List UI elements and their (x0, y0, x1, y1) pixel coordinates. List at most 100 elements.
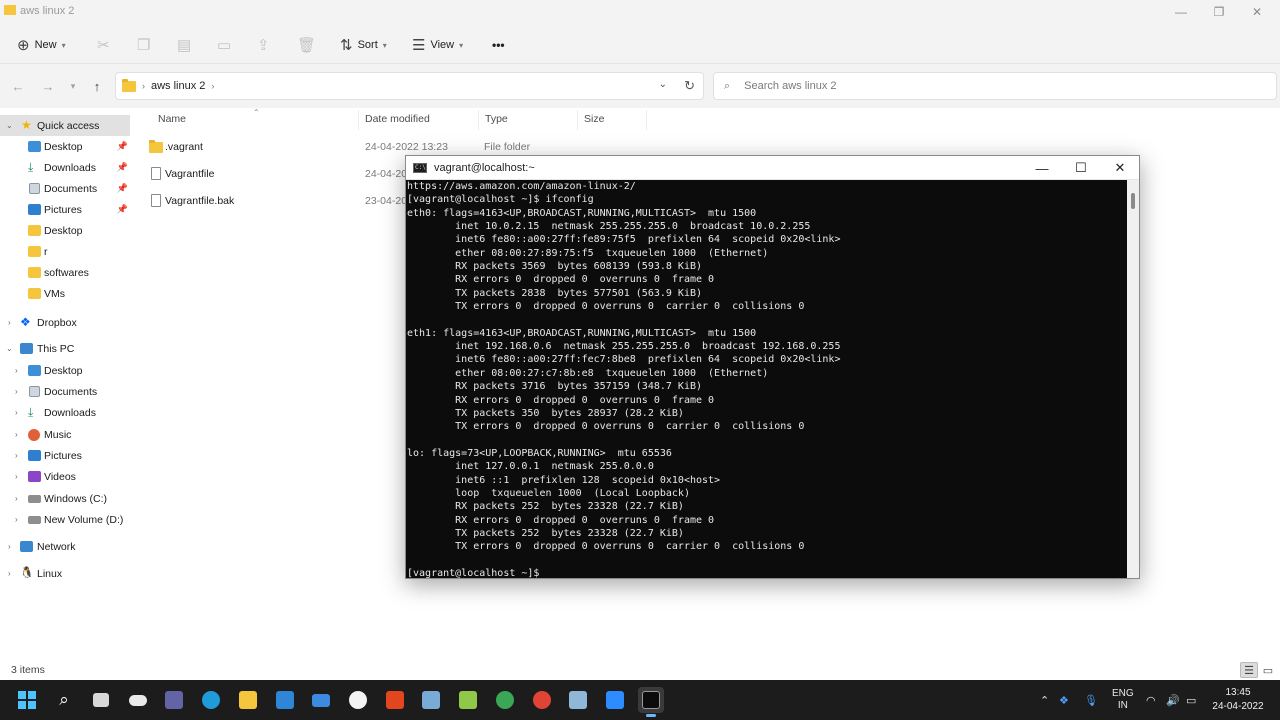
store-icon[interactable] (272, 687, 298, 713)
github-icon[interactable] (345, 687, 371, 713)
chrome-icon[interactable] (492, 687, 518, 713)
zoom-icon[interactable] (602, 687, 628, 713)
scrollbar-thumb[interactable] (1131, 193, 1135, 209)
chrome-profile-icon[interactable] (529, 687, 555, 713)
paste-button[interactable]: ▤ (177, 34, 191, 56)
edge-icon[interactable] (198, 687, 224, 713)
nav-pc-new-volume-d[interactable]: › New Volume (D:) (0, 509, 130, 530)
nav-label: r (44, 245, 48, 258)
start-button[interactable] (14, 687, 40, 713)
nav-qa-desktop[interactable]: Desktop 📌 (0, 136, 130, 157)
nav-qa-r[interactable]: r (0, 241, 130, 262)
office-icon[interactable] (382, 687, 408, 713)
nav-pc-documents[interactable]: › Documents (0, 381, 130, 402)
column-header-date[interactable]: Date modified (365, 108, 430, 130)
column-header-size[interactable]: Size (584, 108, 604, 130)
terminal-close-button[interactable]: ✕ (1101, 156, 1139, 180)
terminal-maximize-button[interactable]: ☐ (1062, 156, 1100, 180)
terminal-line: [vagrant@localhost ~]$ ifconfig (407, 194, 594, 206)
column-divider[interactable] (358, 110, 359, 130)
nav-qa-downloads[interactable]: ⤓ Downloads 📌 (0, 157, 130, 178)
view-icon: ☰ (412, 37, 426, 54)
notepad-plus-plus-icon[interactable] (455, 687, 481, 713)
nav-label: Desktop (44, 224, 83, 237)
nav-quick-access[interactable]: ⌄ ★ Quick access (0, 115, 130, 136)
nav-pc-videos[interactable]: › Videos (0, 466, 130, 487)
recent-locations-chevron-icon[interactable]: ▾ (63, 76, 83, 96)
address-bar[interactable]: › aws linux 2 › ⌄ ↻ (115, 72, 704, 100)
nav-qa-documents[interactable]: Documents 📌 (0, 178, 130, 199)
file-type: File folder (484, 141, 531, 153)
nav-network[interactable]: › Network (0, 536, 130, 557)
copy-button[interactable]: ❐ (137, 34, 150, 56)
clock[interactable]: 13:45 24-04-2022 (1205, 686, 1271, 714)
copy-icon: ❐ (137, 37, 151, 54)
nav-pc-music[interactable]: › Music (0, 424, 130, 445)
battery-icon[interactable]: ▭ (1186, 680, 1196, 720)
mail-icon[interactable] (308, 687, 334, 713)
task-view-icon[interactable] (88, 687, 114, 713)
file-explorer-icon[interactable] (235, 687, 261, 713)
drive-icon (28, 516, 41, 524)
tiles-view-icon[interactable]: ▭ (1259, 662, 1277, 678)
nav-label: New Volume (D:) (44, 513, 124, 526)
share-button[interactable]: ⇪ (257, 34, 270, 56)
terminal-line: ether 08:00:27:89:75:f5 txqueuelen 1000 … (407, 247, 769, 259)
up-arrow-icon[interactable]: ↑ (87, 76, 107, 96)
snipping-tool-icon[interactable] (565, 687, 591, 713)
terminal-output[interactable]: https://aws.amazon.com/amazon-linux-2/ [v… (406, 180, 1126, 578)
show-hidden-icons-chevron-icon[interactable]: ⌃ (1040, 680, 1049, 720)
column-divider[interactable] (478, 110, 479, 130)
cut-button[interactable]: ✂ (97, 34, 110, 56)
column-divider[interactable] (646, 110, 647, 130)
star-icon: ★ (21, 118, 32, 132)
back-arrow-icon[interactable]: ← (8, 76, 28, 96)
breadcrumb[interactable]: aws linux 2 (151, 80, 205, 92)
close-button[interactable]: ✕ (1234, 0, 1280, 24)
address-dropdown-icon[interactable]: ⌄ (659, 79, 667, 90)
nav-linux[interactable]: › 🐧 Linux (0, 563, 130, 584)
nav-pc-desktop[interactable]: › Desktop (0, 360, 130, 381)
nav-pc-windows-c[interactable]: › Windows (C:) (0, 488, 130, 509)
nav-qa-desktop-2[interactable]: Desktop (0, 220, 130, 241)
view-button[interactable]: ☰ View ▾ (412, 34, 463, 56)
refresh-icon[interactable]: ↻ (684, 78, 695, 94)
volume-icon[interactable]: 🔊 (1166, 680, 1180, 720)
terminal-taskbar-icon[interactable] (638, 687, 664, 717)
terminal-scrollbar[interactable] (1127, 180, 1139, 578)
nav-qa-softwares[interactable]: softwares (0, 262, 130, 283)
onedrive-icon[interactable] (125, 687, 151, 713)
terminal-title-bar[interactable]: C:\ vagrant@localhost:~ — ☐ ✕ (406, 156, 1139, 180)
nav-qa-pictures[interactable]: Pictures 📌 (0, 199, 130, 220)
language-indicator[interactable]: ENG IN (1112, 680, 1134, 720)
search-box[interactable]: ⌕ Search aws linux 2 (713, 72, 1277, 100)
terminal-window[interactable]: C:\ vagrant@localhost:~ — ☐ ✕ https://aw… (405, 155, 1140, 579)
details-view-icon[interactable]: ☰ (1240, 662, 1258, 678)
virtualbox-icon[interactable] (418, 687, 444, 713)
delete-button[interactable]: 🗑 (297, 34, 316, 56)
column-divider[interactable] (577, 110, 578, 130)
nav-this-pc[interactable]: ⌄ This PC (0, 338, 130, 359)
chevron-right-icon: › (15, 430, 18, 439)
nav-qa-vms[interactable]: VMs (0, 283, 130, 304)
column-header-name[interactable]: Name (158, 108, 186, 130)
forward-arrow-icon[interactable]: → (38, 76, 58, 96)
rename-button[interactable]: ▭ (217, 34, 231, 56)
file-name: .vagrant (165, 141, 203, 153)
teams-icon[interactable] (161, 687, 187, 713)
dropbox-tray-icon[interactable]: ❖ (1059, 680, 1069, 720)
nav-pc-downloads[interactable]: › ⤓ Downloads (0, 402, 130, 423)
search-input[interactable]: Search aws linux 2 (744, 80, 836, 92)
search-icon[interactable]: ⌕ (51, 687, 77, 713)
microphone-icon[interactable]: 🎙 (1084, 680, 1098, 720)
nav-pc-pictures[interactable]: › Pictures (0, 445, 130, 466)
sort-button[interactable]: ⇅ Sort ▾ (340, 34, 387, 56)
wifi-icon[interactable]: ◠ (1146, 680, 1156, 720)
column-header-type[interactable]: Type (485, 108, 508, 130)
terminal-minimize-button[interactable]: — (1023, 156, 1061, 180)
nav-label: Linux (37, 567, 63, 580)
nav-dropbox[interactable]: › ❖ Dropbox (0, 312, 130, 333)
new-button[interactable]: ⊕ New ▾ (17, 34, 66, 56)
more-options-button[interactable]: ••• (492, 34, 505, 56)
